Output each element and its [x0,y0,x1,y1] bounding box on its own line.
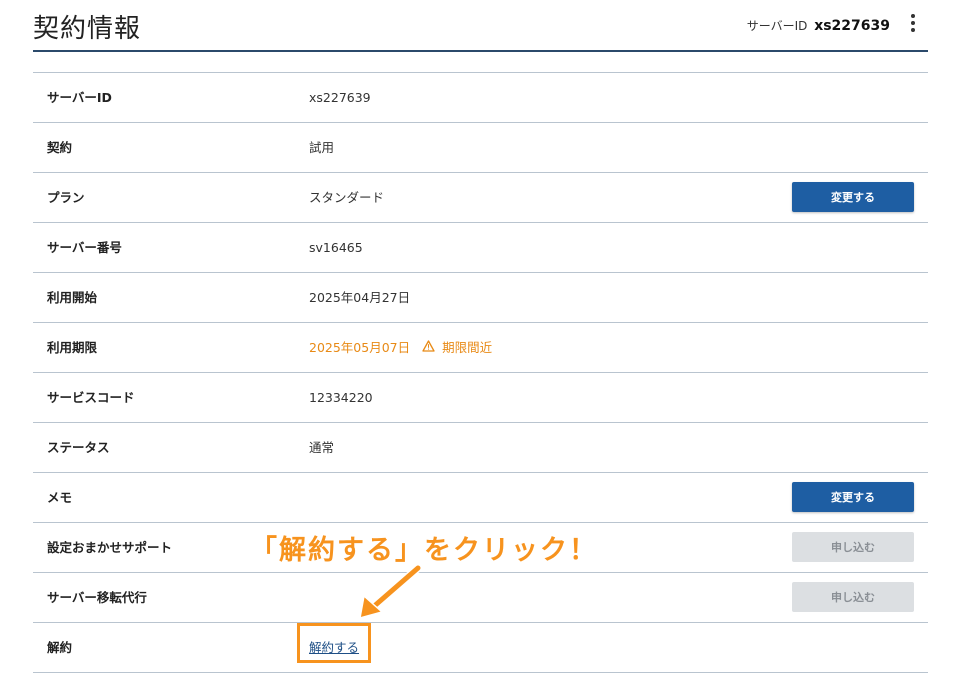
row-status: ステータス 通常 [33,423,928,473]
warning-triangle-icon [422,323,435,372]
row-memo: メモ 変更する [33,473,928,523]
row-value: 試用 [309,140,335,155]
row-cancellation: 解約 解約する [33,623,928,673]
page-title: 契約情報 [33,14,142,44]
row-expiry-date: 利用期限 2025年05月07日 期限間近 [33,323,928,373]
row-label: プラン [47,190,85,205]
row-value: 2025年04月27日 [309,290,411,305]
apply-setup-support-button[interactable]: 申し込む [792,532,914,562]
page-header: 契約情報 サーバーID xs227639 [33,0,928,52]
row-label: 設定おまかせサポート [47,540,173,555]
row-label: サービスコード [47,390,135,405]
contract-info-table: サーバーID xs227639 契約 試用 プラン スタンダード 変更する サー… [33,72,928,673]
apply-server-migration-button[interactable]: 申し込む [792,582,914,612]
contract-info-page: 契約情報 サーバーID xs227639 サーバーID xs227639 契約 … [0,0,963,686]
header-server-id-value: xs227639 [814,18,890,34]
change-memo-button[interactable]: 変更する [792,482,914,512]
row-label: メモ [47,490,73,505]
row-server-migration: サーバー移転代行 申し込む [33,573,928,623]
row-service-code: サービスコード 12334220 [33,373,928,423]
row-contract: 契約 試用 [33,123,928,173]
row-value: xs227639 [309,90,371,105]
row-value: sv16465 [309,240,363,255]
row-server-id: サーバーID xs227639 [33,73,928,123]
row-label: サーバー番号 [47,240,122,255]
header-server-id: サーバーID xs227639 [747,17,890,34]
kebab-menu-icon[interactable] [908,14,918,36]
expiry-warning-text: 期限間近 [442,340,493,355]
row-label: サーバー移転代行 [47,590,147,605]
change-plan-button[interactable]: 変更する [792,182,914,212]
row-label: 利用期限 [47,340,98,355]
row-start-date: 利用開始 2025年04月27日 [33,273,928,323]
row-label: サーバーID [47,90,112,105]
row-label: 利用開始 [47,290,98,305]
row-server-number: サーバー番号 sv16465 [33,223,928,273]
row-label: ステータス [47,440,110,455]
row-value-expiry: 2025年05月07日 期限間近 [309,323,492,373]
row-value: スタンダード [309,190,385,205]
row-value: 12334220 [309,390,373,405]
row-plan: プラン スタンダード 変更する [33,173,928,223]
row-label: 解約 [47,640,73,655]
annotation-highlight-box [297,623,371,663]
row-value: 通常 [309,440,335,455]
row-label: 契約 [47,140,73,155]
header-server-id-label: サーバーID [746,19,808,33]
expiry-date-value: 2025年05月07日 [309,340,411,355]
annotation-arrow-icon [359,564,422,619]
